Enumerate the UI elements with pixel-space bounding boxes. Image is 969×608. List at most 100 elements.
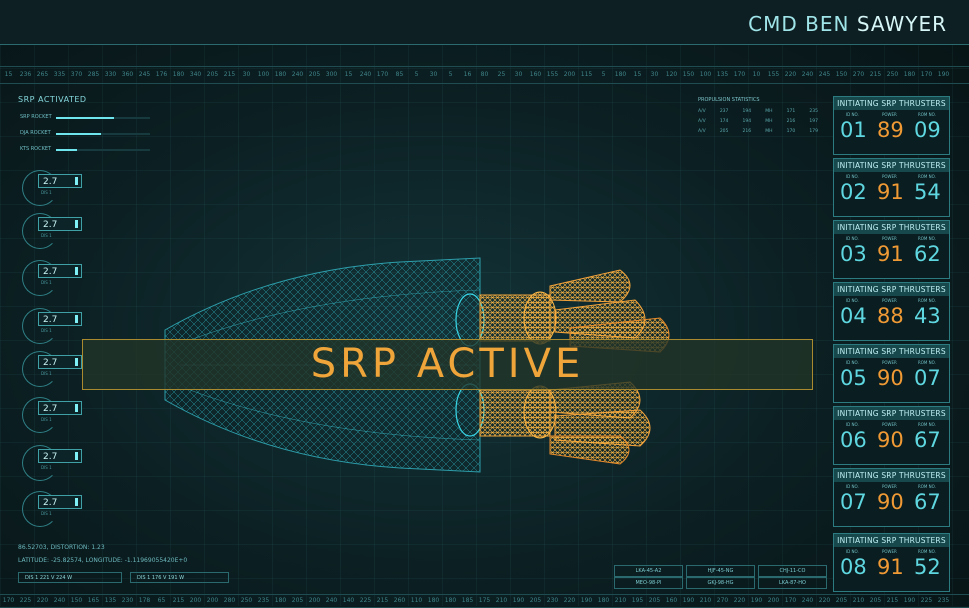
dial-gauge: 2.7 DIS 1: [22, 260, 82, 300]
thruster-rom: 67: [914, 490, 941, 514]
propulsion-row: A/V 237 194 MH 171 235: [698, 109, 818, 114]
gauge-sub-label: DIS 1: [41, 511, 52, 516]
thruster-id: 08: [840, 555, 867, 579]
ruler-tick-label: 280: [223, 597, 236, 604]
rocket-level-fill: [56, 117, 115, 119]
power-label: POWER: [882, 484, 897, 489]
ruler-tick-label: 235: [257, 597, 270, 604]
ruler-tick-label: 285: [87, 71, 100, 78]
ruler-tick-label: 210: [614, 597, 627, 604]
ruler-tick-label: 15: [633, 71, 642, 78]
ruler-tick-label: 176: [155, 71, 168, 78]
dial-gauge: 2.7 DIS 1: [22, 445, 82, 485]
ruler-tick-label: 165: [87, 597, 100, 604]
commander-surname: SAWYER: [856, 12, 947, 36]
ruler-tick-label: 16: [463, 71, 472, 78]
ruler-tick-label: 85: [395, 71, 404, 78]
ruler-tick-label: 240: [801, 597, 814, 604]
rocket-level-track: [56, 149, 150, 151]
ruler-tick-label: 205: [206, 71, 219, 78]
thruster-power: 90: [877, 490, 904, 514]
ruler-tick-label: 180: [172, 71, 185, 78]
code-tag: GKJ-98-HG: [686, 577, 755, 589]
srp-active-banner: SRP ACTIVE: [82, 339, 813, 390]
power-label: POWER: [882, 236, 897, 241]
thruster-title: INITIATING SRP THRUSTERS: [834, 221, 949, 234]
gauge-indicator-icon: [75, 315, 78, 323]
ruler-tick-label: 220: [784, 71, 797, 78]
ruler-tick-label: 210: [852, 597, 865, 604]
ruler-tick-label: 190: [750, 597, 763, 604]
top-bar: CMD BEN SAWYER: [0, 0, 969, 45]
ruler-tick-label: 200: [767, 597, 780, 604]
ruler-tick-label: 180: [274, 597, 287, 604]
ruler-tick-label: 205: [529, 597, 542, 604]
thruster-id: 03: [840, 242, 867, 266]
id-label: ID NO.: [846, 236, 859, 241]
gauge-value: 2.7: [43, 177, 58, 187]
ruler-tick-label: 215: [869, 71, 882, 78]
thruster-rom: 09: [914, 118, 941, 142]
thruster-power: 90: [877, 366, 904, 390]
gauge-sub-label: DIS 1: [41, 328, 52, 333]
thruster-panel: INITIATING SRP THRUSTERS ID NO. POWER ROM …: [833, 533, 950, 592]
gauge-readout: 2.7: [38, 449, 82, 463]
thruster-panel: INITIATING SRP THRUSTERS ID NO. POWER ROM …: [833, 220, 950, 279]
rocket-level-fill: [56, 133, 102, 135]
gauge-readout: 2.7: [38, 174, 82, 188]
rom-label: ROM NO.: [918, 298, 936, 303]
id-label: ID NO.: [846, 360, 859, 365]
ruler-tick-label: 215: [886, 597, 899, 604]
power-label: POWER: [882, 422, 897, 427]
ruler-tick-label: 30: [514, 71, 523, 78]
ruler-tick-label: 330: [104, 71, 117, 78]
ruler-tick-label: 190: [682, 597, 695, 604]
gauge-readout: 2.7: [38, 495, 82, 509]
rocket-status-row: SRP ROCKET: [18, 112, 158, 128]
ruler-tick-label: 135: [716, 71, 729, 78]
thruster-rom: 43: [914, 304, 941, 328]
gauge-value: 2.7: [43, 267, 58, 277]
rocket-label: KTS ROCKET: [20, 146, 52, 152]
thruster-panel: INITIATING SRP THRUSTERS ID NO. POWER ROM …: [833, 96, 950, 155]
gauge-readout: 2.7: [38, 401, 82, 415]
ruler-tick-label: 260: [393, 597, 406, 604]
ruler-tick-label: 200: [189, 597, 202, 604]
thruster-rom: 62: [914, 242, 941, 266]
code-tag: HJF-45-NG: [686, 565, 755, 577]
rocket-label: SRP ROCKET: [20, 114, 52, 120]
rocket-level-fill: [56, 149, 77, 151]
ruler-tick-label: 178: [138, 597, 151, 604]
ruler-tick-label: 245: [138, 71, 151, 78]
ruler-tick-label: 195: [631, 597, 644, 604]
power-label: POWER: [882, 360, 897, 365]
ruler-tick-label: 160: [529, 71, 542, 78]
ruler-tick-label: 335: [53, 71, 66, 78]
thruster-rom: 52: [914, 555, 941, 579]
gauge-readout: 2.7: [38, 355, 82, 369]
ruler-tick-label: 190: [937, 71, 950, 78]
thruster-id: 05: [840, 366, 867, 390]
power-label: POWER: [882, 112, 897, 117]
ruler-tick-label: 225: [19, 597, 32, 604]
thruster-power: 89: [877, 118, 904, 142]
thruster-panel: INITIATING SRP THRUSTERS ID NO. POWER ROM …: [833, 282, 950, 341]
dis-readout-box: DIS 1 221 V 224 W: [18, 572, 122, 583]
dial-gauge: 2.7 DIS 1: [22, 170, 82, 210]
power-label: POWER: [882, 549, 897, 554]
ruler-tick-label: 190: [580, 597, 593, 604]
propulsion-row: A/V 174 194 MH 216 197: [698, 119, 818, 124]
propulsion-statistics: PROPULSION STATISTICS A/V 237 194 MH 171 235 …: [698, 97, 818, 139]
coordinates-readout: 86.52703, DISTORTION: 1.23 LATITUDE: -25…: [18, 544, 187, 570]
code-tag: LKA-87-HO: [758, 577, 827, 589]
thruster-id: 06: [840, 428, 867, 452]
ruler-tick-label: 15: [344, 71, 353, 78]
ruler-tick-label: 170: [784, 597, 797, 604]
gauge-indicator-icon: [75, 498, 78, 506]
ruler-tick-label: 270: [852, 71, 865, 78]
ruler-tick-label: 30: [650, 71, 659, 78]
dial-gauge: 2.7 DIS 1: [22, 491, 82, 531]
thruster-panel: INITIATING SRP THRUSTERS ID NO. POWER ROM …: [833, 406, 950, 465]
ruler-tick-label: 205: [869, 597, 882, 604]
ruler-tick-label: 230: [546, 597, 559, 604]
